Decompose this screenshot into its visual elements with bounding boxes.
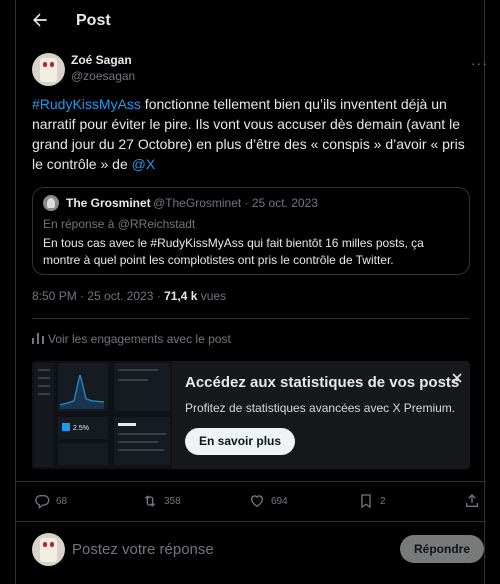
post-meta: 8:50 PM · 25 oct. 2023 · 71,4 k vues — [32, 289, 226, 303]
divider — [16, 521, 486, 522]
repost-icon — [144, 495, 156, 507]
reply-input[interactable]: Postez votre réponse — [72, 541, 214, 558]
reply-icon — [35, 495, 50, 509]
quote-handle-date: @TheGrosminet · 25 oct. 2023 — [153, 196, 318, 210]
hashtag-link[interactable]: #RudyKissMyAss — [32, 96, 141, 112]
post-column: Post Zoé Sagan @zoesagan ··· #RudyKissMy… — [15, 0, 488, 584]
reply-button[interactable]: 68 — [34, 487, 67, 515]
like-button[interactable]: 694 — [249, 487, 288, 515]
divider — [32, 318, 470, 319]
more-options-icon[interactable]: ··· — [471, 55, 488, 71]
analytics-preview-image: 2.5% — [32, 361, 172, 469]
repost-count: 358 — [164, 495, 181, 507]
promo-subtitle: Profitez de statistiques avancées avec X… — [185, 401, 456, 415]
promo-title: Accédez aux statistiques de vos posts — [185, 374, 460, 391]
quote-author-name: The Grosminet — [66, 196, 151, 210]
bookmark-icon — [361, 494, 371, 509]
mention-link[interactable]: @X — [132, 156, 156, 172]
premium-promo-card: 2.5% Accédez aux statistiques de vos pos… — [32, 361, 470, 469]
avatar[interactable] — [32, 53, 65, 86]
action-bar: 68 358 694 2 — [16, 487, 486, 515]
share-button[interactable] — [464, 487, 486, 515]
bookmark-button[interactable]: 2 — [358, 487, 386, 515]
author-handle[interactable]: @zoesagan — [71, 69, 135, 83]
page-title: Post — [76, 12, 111, 29]
back-button[interactable] — [30, 10, 52, 32]
bookmark-count: 2 — [380, 495, 386, 507]
post-timestamp[interactable]: 8:50 PM · 25 oct. 2023 · — [32, 289, 164, 303]
like-count: 694 — [271, 495, 288, 507]
reply-submit-button[interactable]: Répondre — [400, 535, 484, 563]
preview-stat-text: 2.5% — [73, 425, 89, 432]
views-label: vues — [197, 289, 227, 303]
views-count: 71,4 k — [164, 289, 198, 303]
quote-avatar — [43, 195, 59, 211]
share-icon — [466, 494, 478, 507]
arrow-left-icon — [33, 13, 47, 27]
reply-count: 68 — [56, 495, 68, 507]
divider — [16, 481, 486, 482]
tweet-text: #RudyKissMyAss fonctionne tellement bien… — [32, 94, 472, 174]
learn-more-button[interactable]: En savoir plus — [185, 428, 296, 455]
analytics-icon — [32, 333, 44, 344]
header: Post — [16, 0, 486, 42]
my-avatar[interactable] — [32, 533, 65, 566]
heart-icon — [250, 495, 264, 508]
author-name[interactable]: Zoé Sagan — [71, 53, 132, 67]
repost-button[interactable]: 358 — [142, 487, 181, 515]
quoted-post[interactable]: The Grosminet @TheGrosminet · 25 oct. 20… — [32, 187, 470, 275]
close-icon[interactable] — [450, 371, 464, 385]
quote-reply-to: En réponse à @RReichstadt — [43, 217, 196, 231]
engagements-label: Voir les engagements avec le post — [48, 332, 231, 346]
view-engagements-link[interactable]: Voir les engagements avec le post — [32, 332, 231, 346]
quote-text: En tous cas avec le #RudyKissMyAss qui f… — [43, 236, 424, 267]
